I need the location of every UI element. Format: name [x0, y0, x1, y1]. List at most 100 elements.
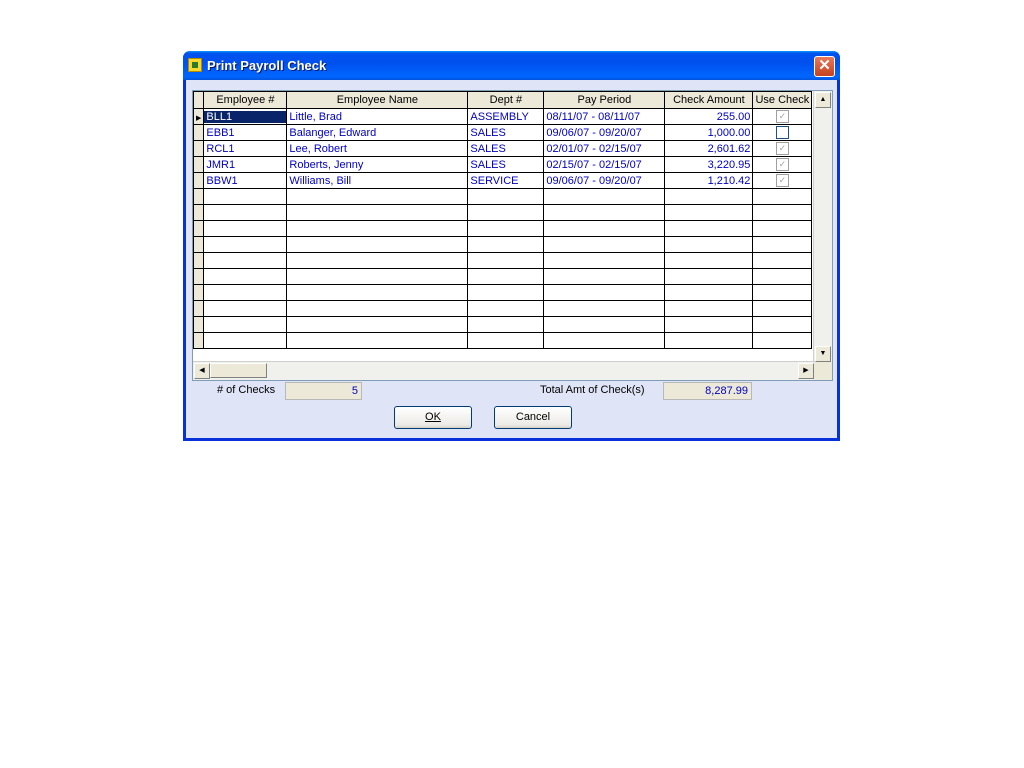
pay-period-cell[interactable] — [543, 252, 666, 269]
check-amount-cell[interactable] — [664, 204, 754, 221]
use-check-checkbox[interactable] — [775, 126, 789, 139]
employee-number-cell[interactable] — [203, 300, 288, 317]
row-selector[interactable] — [193, 124, 205, 141]
employee-number-cell[interactable]: RCL1 — [203, 140, 288, 157]
ok-button[interactable]: OK — [394, 406, 472, 429]
pay-period-cell[interactable] — [543, 284, 666, 301]
use-check-cell[interactable] — [752, 204, 813, 221]
pay-period-cell[interactable]: 08/11/07 - 08/11/07 — [543, 108, 666, 125]
employee-name-cell[interactable] — [286, 284, 469, 301]
table-row[interactable] — [193, 252, 813, 269]
check-amount-cell[interactable]: 1,210.42 — [664, 172, 754, 189]
employee-name-cell[interactable]: Lee, Robert — [286, 140, 469, 157]
check-amount-cell[interactable] — [664, 236, 754, 253]
pay-period-cell[interactable]: 09/06/07 - 09/20/07 — [543, 124, 666, 141]
horizontal-scrollbar[interactable]: ◀ ▶ — [193, 361, 815, 380]
table-row[interactable] — [193, 332, 813, 349]
employee-name-cell[interactable] — [286, 188, 469, 205]
pay-period-cell[interactable] — [543, 268, 666, 285]
row-selector[interactable] — [193, 220, 205, 237]
row-selector[interactable] — [193, 156, 205, 173]
employee-number-cell[interactable]: JMR1 — [203, 156, 288, 173]
table-row[interactable] — [193, 284, 813, 301]
table-row[interactable] — [193, 188, 813, 205]
check-amount-cell[interactable] — [664, 220, 754, 237]
column-header-employee-name[interactable]: Employee Name — [286, 91, 469, 109]
pay-period-cell[interactable] — [543, 220, 666, 237]
dept-cell[interactable] — [467, 236, 545, 253]
scroll-right-icon[interactable]: ▶ — [798, 363, 814, 379]
column-header-use-check[interactable]: Use Check — [752, 91, 813, 109]
employee-name-cell[interactable]: Williams, Bill — [286, 172, 469, 189]
use-check-cell[interactable]: ✓ — [752, 172, 813, 189]
table-row[interactable]: RCL1 Lee, Robert SALES 02/01/07 - 02/15/07 2… — [193, 140, 813, 157]
check-amount-cell[interactable]: 255.00 — [664, 108, 754, 125]
use-check-cell[interactable] — [752, 284, 813, 301]
dept-cell[interactable]: SALES — [467, 140, 545, 157]
pay-period-cell[interactable]: 02/01/07 - 02/15/07 — [543, 140, 666, 157]
use-check-cell[interactable] — [752, 332, 813, 349]
table-row[interactable]: JMR1 Roberts, Jenny SALES 02/15/07 - 02/15/… — [193, 156, 813, 173]
table-row[interactable]: EBB1 Balanger, Edward SALES 09/06/07 - 09/2… — [193, 124, 813, 141]
pay-period-cell[interactable] — [543, 204, 666, 221]
pay-period-cell[interactable] — [543, 188, 666, 205]
check-amount-cell[interactable] — [664, 300, 754, 317]
table-row[interactable] — [193, 268, 813, 285]
dept-cell[interactable] — [467, 332, 545, 349]
close-button[interactable]: ✕ — [814, 56, 835, 77]
employee-number-cell[interactable] — [203, 332, 288, 349]
employee-number-cell[interactable]: BBW1 — [203, 172, 288, 189]
dept-cell[interactable]: SALES — [467, 156, 545, 173]
employee-number-cell[interactable] — [203, 236, 288, 253]
employee-name-cell[interactable] — [286, 268, 469, 285]
check-amount-cell[interactable] — [664, 284, 754, 301]
employee-number-cell[interactable] — [203, 268, 288, 285]
use-check-cell[interactable] — [752, 124, 813, 141]
use-check-cell[interactable]: ✓ — [752, 108, 813, 125]
pay-period-cell[interactable] — [543, 332, 666, 349]
row-selector[interactable] — [193, 332, 205, 349]
row-selector[interactable] — [193, 140, 205, 157]
employee-number-cell[interactable] — [203, 188, 288, 205]
dept-cell[interactable]: SERVICE — [467, 172, 545, 189]
scroll-up-icon[interactable]: ▲ — [815, 92, 831, 108]
check-amount-cell[interactable] — [664, 268, 754, 285]
pay-period-cell[interactable]: 02/15/07 - 02/15/07 — [543, 156, 666, 173]
use-check-cell[interactable] — [752, 268, 813, 285]
dept-cell[interactable] — [467, 252, 545, 269]
row-selector[interactable] — [193, 300, 205, 317]
column-header-check-amount[interactable]: Check Amount — [664, 91, 754, 109]
vertical-scrollbar[interactable]: ▲ ▼ — [813, 91, 832, 363]
check-amount-cell[interactable] — [664, 332, 754, 349]
employee-name-cell[interactable] — [286, 252, 469, 269]
employee-number-cell[interactable] — [203, 204, 288, 221]
check-amount-cell[interactable] — [664, 188, 754, 205]
table-row[interactable] — [193, 220, 813, 237]
row-selector[interactable] — [193, 172, 205, 189]
dept-cell[interactable] — [467, 188, 545, 205]
column-header-employee-number[interactable]: Employee # — [203, 91, 288, 109]
pay-period-cell[interactable] — [543, 316, 666, 333]
table-row[interactable] — [193, 204, 813, 221]
employee-number-cell[interactable] — [203, 252, 288, 269]
scroll-down-icon[interactable]: ▼ — [815, 346, 831, 362]
use-check-cell[interactable] — [752, 188, 813, 205]
cancel-button[interactable]: Cancel — [494, 406, 572, 429]
row-selector[interactable] — [193, 236, 205, 253]
use-check-cell[interactable] — [752, 236, 813, 253]
dept-cell[interactable] — [467, 220, 545, 237]
use-check-cell[interactable] — [752, 220, 813, 237]
use-check-cell[interactable] — [752, 252, 813, 269]
pay-period-cell[interactable] — [543, 236, 666, 253]
table-row[interactable] — [193, 316, 813, 333]
employee-number-cell[interactable]: EBB1 — [203, 124, 288, 141]
check-amount-cell[interactable]: 1,000.00 — [664, 124, 754, 141]
check-amount-cell[interactable] — [664, 316, 754, 333]
employee-name-cell[interactable]: Little, Brad — [286, 108, 469, 125]
employee-name-cell[interactable] — [286, 220, 469, 237]
employee-name-cell[interactable] — [286, 300, 469, 317]
use-check-checkbox[interactable]: ✓ — [775, 110, 789, 123]
row-selector[interactable] — [193, 284, 205, 301]
row-selector[interactable] — [193, 204, 205, 221]
table-row[interactable] — [193, 300, 813, 317]
